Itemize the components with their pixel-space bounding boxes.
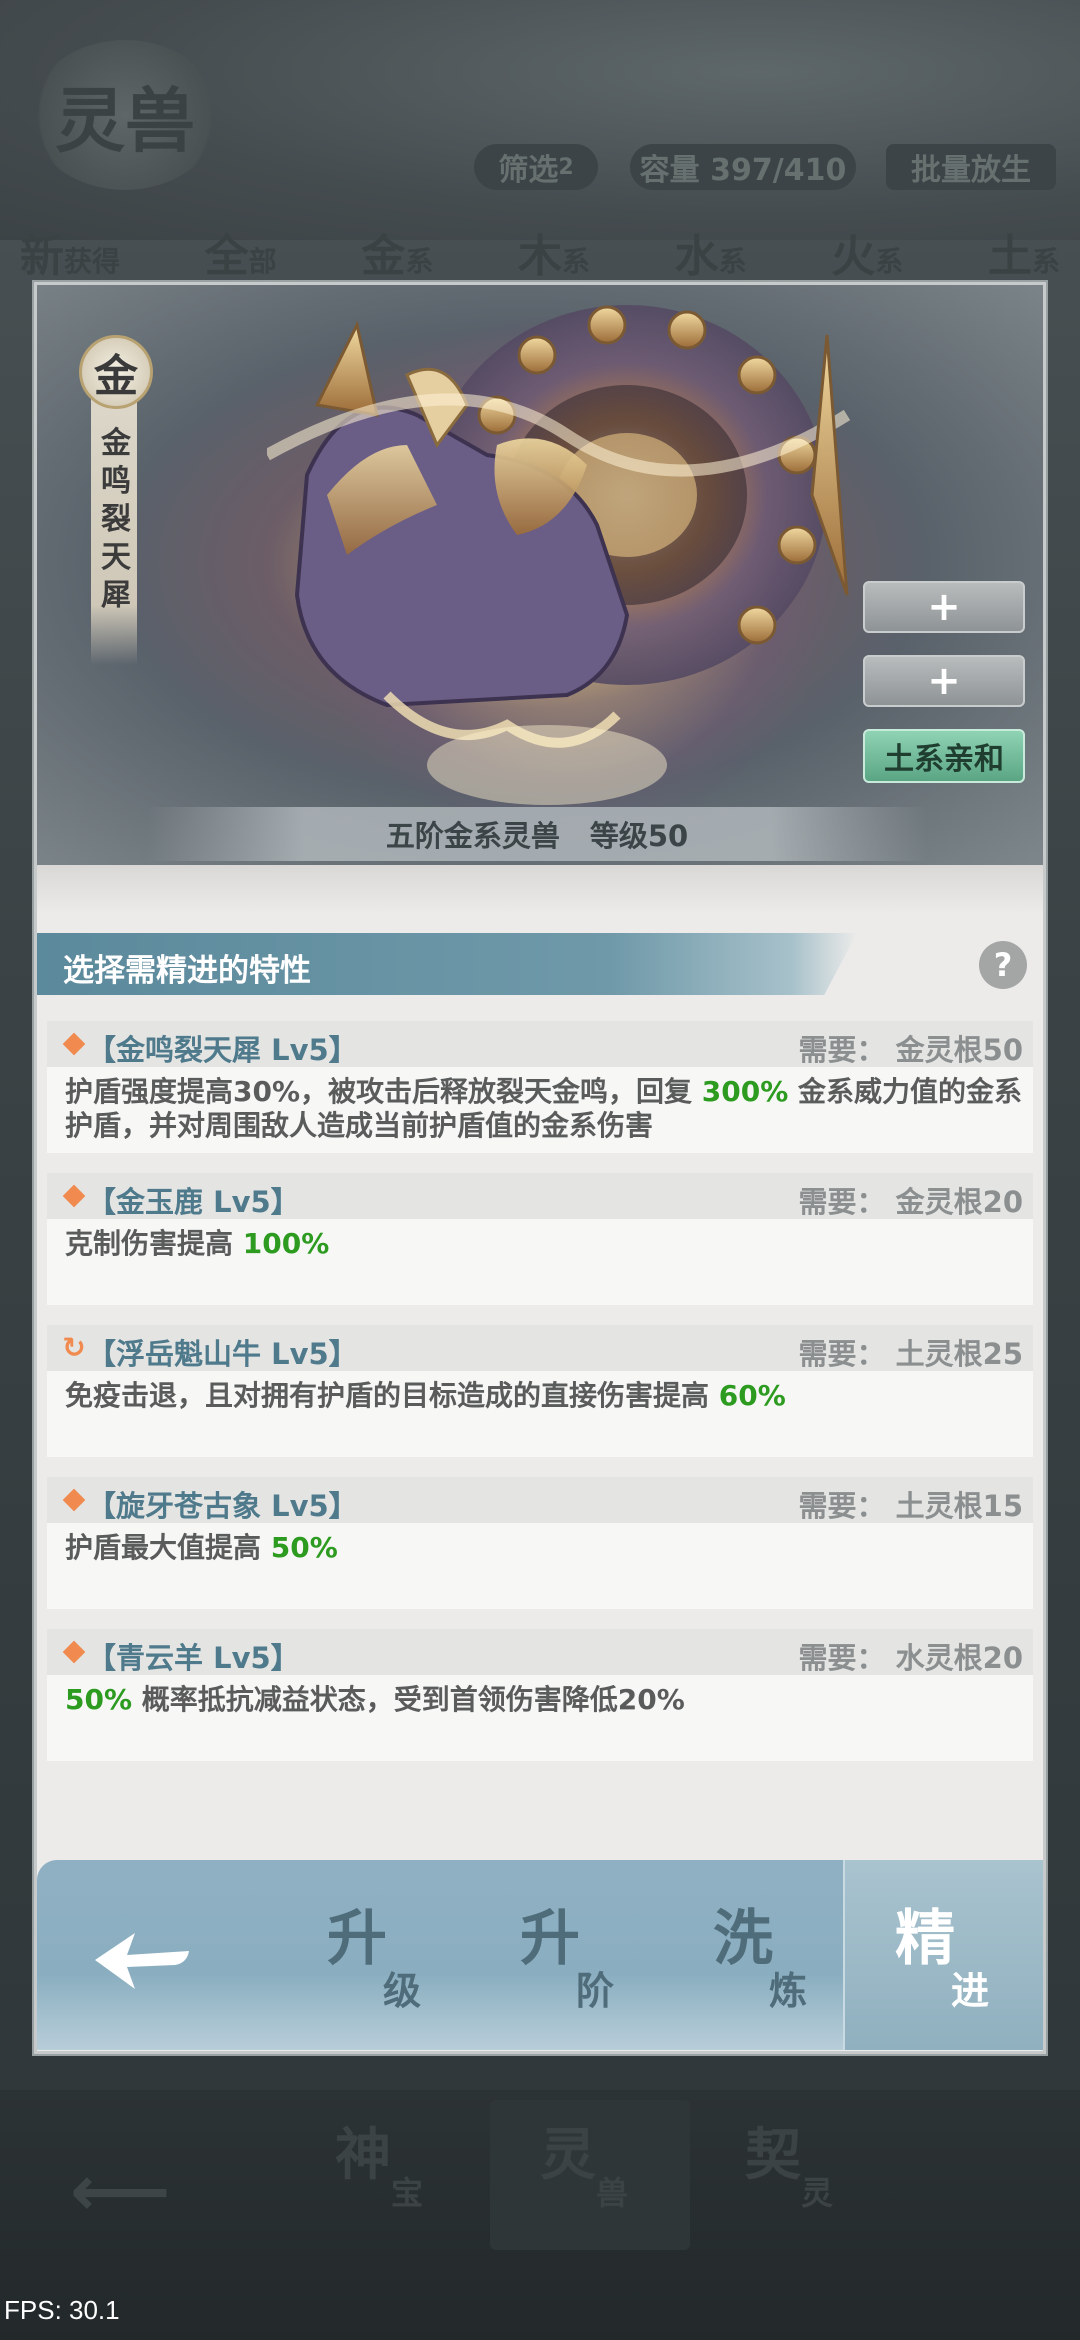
element-badge: 金 金鸣裂天犀: [79, 335, 153, 675]
trait-requirement: 需要： 水灵根20: [798, 1641, 1023, 1675]
beast-info-caption: 五阶金系灵兽 等级50: [147, 807, 927, 861]
refine-panel: 金 金鸣裂天犀 + + 土系亲和 五阶金系灵兽 等级50 选择需精进的特性 ? …: [34, 282, 1046, 2054]
refine-button[interactable]: 精进: [875, 1890, 1025, 2020]
trait-description: 免疫击退，且对拥有护盾的目标造成的直接伤害提高 60%: [65, 1379, 786, 1412]
metal-element-icon: 金: [79, 335, 153, 409]
section-title: 选择需精进的特性: [63, 953, 311, 989]
showcase-divider: [37, 865, 1043, 915]
trait-description: 护盾最大值提高 50%: [65, 1531, 338, 1564]
trait-requirement: 需要： 金灵根50: [798, 1033, 1023, 1067]
tab-wood[interactable]: 木系: [518, 220, 590, 290]
tab-all[interactable]: 全部: [205, 220, 277, 290]
trait-card[interactable]: 【金玉鹿 Lv5】 需要： 金灵根20 克制伤害提高 100%: [47, 1173, 1033, 1305]
highlight-value: 100%: [242, 1227, 330, 1260]
trait-name: 【旋牙苍古象 Lv5】: [87, 1489, 358, 1523]
tab-earth[interactable]: 土系: [988, 220, 1060, 290]
diamond-icon: [61, 1487, 87, 1513]
back-arrow-icon[interactable]: [87, 1905, 197, 2015]
tab-fire[interactable]: 火系: [831, 220, 903, 290]
bottom-nav-spirit-beast[interactable]: 灵兽: [540, 2110, 628, 2212]
upgrade-tier-button[interactable]: 升阶: [500, 1890, 650, 2020]
trait-card[interactable]: 【金鸣裂天犀 Lv5】 需要： 金灵根50 护盾强度提高30%，被攻击后释放裂天…: [47, 1021, 1033, 1153]
trait-requirement: 需要： 土灵根15: [798, 1489, 1023, 1523]
reforge-button[interactable]: 洗炼: [693, 1890, 843, 2020]
trait-header: 【金鸣裂天犀 Lv5】 需要： 金灵根50: [47, 1021, 1033, 1067]
trait-card[interactable]: ↻ 【浮岳魁山牛 Lv5】 需要： 土灵根25 免疫击退，且对拥有护盾的目标造成…: [47, 1325, 1033, 1457]
earth-affinity-button[interactable]: 土系亲和: [863, 729, 1025, 783]
beast-level: 等级50: [589, 819, 689, 853]
trait-header: ↻ 【浮岳魁山牛 Lv5】 需要： 土灵根25: [47, 1325, 1033, 1371]
action-bar: 升级 升阶 洗炼 精进: [37, 1860, 1043, 2050]
batch-release-button[interactable]: 批量放生: [886, 144, 1056, 190]
trait-card[interactable]: 【青云羊 Lv5】 需要： 水灵根20 50% 概率抵抗减益状态，受到首领伤害降…: [47, 1629, 1033, 1761]
bottom-nav-contract[interactable]: 契灵: [745, 2110, 833, 2212]
trait-header: 【旋牙苍古象 Lv5】 需要： 土灵根15: [47, 1477, 1033, 1523]
highlight-value: 50%: [270, 1531, 338, 1564]
filter-label: 筛选: [498, 153, 559, 188]
trait-name: 【青云羊 Lv5】: [87, 1641, 300, 1675]
trait-header: 【金玉鹿 Lv5】 需要： 金灵根20: [47, 1173, 1033, 1219]
trait-card[interactable]: 【旋牙苍古象 Lv5】 需要： 土灵根15 护盾最大值提高 50%: [47, 1477, 1033, 1609]
trait-description: 护盾强度提高30%，被攻击后释放裂天金鸣，回复 300% 金系威力值的金系护盾，…: [65, 1075, 1023, 1142]
diamond-icon: [61, 1183, 87, 1209]
spirit-beast-title-emblem: 灵兽: [30, 40, 220, 190]
help-icon[interactable]: ?: [979, 941, 1027, 989]
trait-description: 克制伤害提高 100%: [65, 1227, 330, 1260]
trait-name: 【金玉鹿 Lv5】: [87, 1185, 300, 1219]
highlight-value: 300%: [701, 1075, 789, 1108]
trait-section-header: 选择需精进的特性 ?: [37, 933, 1043, 995]
highlight-value: 60%: [718, 1379, 786, 1412]
tab-water[interactable]: 水系: [675, 220, 747, 290]
trait-description: 50% 概率抵抗减益状态，受到首领伤害降低20%: [65, 1683, 685, 1716]
refresh-icon: ↻: [62, 1331, 86, 1364]
upgrade-level-button[interactable]: 升级: [307, 1890, 457, 2020]
bottom-navigation: ⟵ 神宝 灵兽 契灵: [0, 2090, 1080, 2340]
bottom-back-arrow-icon[interactable]: ⟵: [70, 2150, 170, 2232]
capacity-display: 容量 397/410: [630, 144, 856, 190]
highlight-value: 50%: [65, 1683, 133, 1716]
add-slot-button-2[interactable]: +: [863, 655, 1025, 707]
add-slot-button-1[interactable]: +: [863, 581, 1025, 633]
filter-count: 2: [558, 154, 574, 180]
trait-requirement: 需要： 土灵根25: [798, 1337, 1023, 1371]
element-tabs: 新获得 全部 金系 木系 水系 火系 土系: [20, 220, 1060, 290]
beast-showcase: 金 金鸣裂天犀 + + 土系亲和 五阶金系灵兽 等级50: [37, 285, 1043, 865]
filter-button[interactable]: 筛选 2: [474, 144, 598, 190]
tab-new[interactable]: 新获得: [20, 220, 120, 290]
diamond-icon: [61, 1639, 87, 1665]
trait-name: 【浮岳魁山牛 Lv5】: [87, 1337, 358, 1371]
rhino-beast-illustration: [267, 305, 851, 805]
trait-header: 【青云羊 Lv5】 需要： 水灵根20: [47, 1629, 1033, 1675]
fps-counter: FPS: 30.1: [4, 2295, 120, 2325]
bottom-nav-treasure[interactable]: 神宝: [335, 2110, 423, 2212]
trait-name: 【金鸣裂天犀 Lv5】: [87, 1033, 358, 1067]
tab-metal[interactable]: 金系: [361, 220, 433, 290]
diamond-icon: [61, 1031, 87, 1057]
beast-name: 金鸣裂天犀: [101, 426, 131, 613]
beast-tier: 五阶金系灵兽: [385, 819, 560, 853]
trait-requirement: 需要： 金灵根20: [798, 1185, 1023, 1219]
